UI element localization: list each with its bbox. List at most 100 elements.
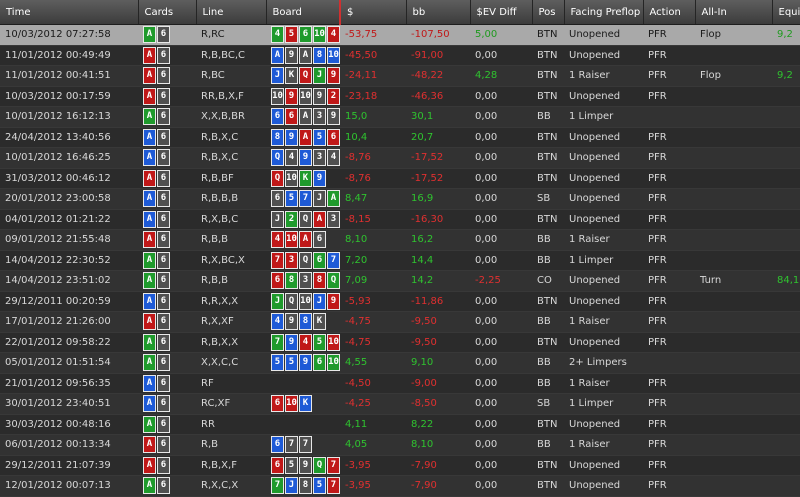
- playing-card: 6: [157, 333, 170, 351]
- hand-row[interactable]: 21/01/2012 09:56:35 A 6 RF -4,50 -9,00 0,00 BB 1…: [0, 373, 800, 394]
- ev-diff-cell: 0,00: [470, 434, 532, 456]
- equity-cell: [772, 434, 800, 456]
- line-cell: R,R,X,X: [196, 291, 266, 312]
- hand-row[interactable]: 04/01/2012 01:21:22 A 6 R,X,B,C J 2 Q A 3 -8,15 -1…: [0, 209, 800, 230]
- hand-row[interactable]: 06/01/2012 00:13:34 A 6 R,B 6 7 7 4,05 8,10 0,00 B…: [0, 434, 800, 456]
- usd-cell: -8,15: [340, 209, 406, 230]
- hand-row[interactable]: 30/03/2012 00:48:16 A 6 RR 4,11 8,22 0,00 BTN Un…: [0, 414, 800, 435]
- line-cell: RC,XF: [196, 393, 266, 415]
- hole-cards-cell: A6: [138, 127, 196, 148]
- hand-row[interactable]: 30/01/2012 23:40:51 A 6 RC,XF 6 10 K -4,25 -8,50…: [0, 393, 800, 415]
- hole-cards-cell: A6: [138, 455, 196, 476]
- playing-card: 8: [299, 477, 312, 495]
- hand-row[interactable]: 20/01/2012 23:00:58 A 6 R,B,B,B 6 5 7 J A 8,47 16,…: [0, 188, 800, 210]
- usd-cell: -8,76: [340, 168, 406, 189]
- bb-cell: -107,50: [406, 24, 470, 46]
- playing-card: 7: [271, 333, 284, 351]
- equity-cell: [772, 168, 800, 189]
- hole-cards-cell-cards: A6: [143, 456, 170, 474]
- column-header-time[interactable]: Time: [0, 0, 139, 25]
- hand-row[interactable]: 11/01/2012 00:41:51 A 6 R,BC J K Q J 9 -24,11 -48,…: [0, 65, 800, 87]
- facing-preflop-cell: 2+ Limpers: [564, 352, 643, 374]
- column-header-cards[interactable]: Cards: [138, 0, 197, 25]
- board-cell-cards: Q 10 K 9: [271, 169, 326, 187]
- action-cell: [643, 352, 695, 374]
- column-header-pos[interactable]: Pos: [532, 0, 565, 25]
- hole-cards-cell: A6: [138, 168, 196, 189]
- facing-preflop-cell: Unopened: [564, 414, 643, 435]
- column-header-board[interactable]: Board: [266, 0, 341, 25]
- equity-cell: [772, 393, 800, 415]
- playing-card: 6: [327, 128, 340, 146]
- hand-row[interactable]: 10/01/2012 16:12:13 A 6 X,X,B,BR 6 6 A 3 9 15,0 30…: [0, 106, 800, 128]
- usd-cell: -4,50: [340, 373, 406, 394]
- all-in-cell: [695, 229, 772, 251]
- all-in-cell: [695, 250, 772, 271]
- column-header-line[interactable]: Line: [196, 0, 267, 25]
- ev-diff-cell: 0,00: [470, 455, 532, 476]
- hand-row[interactable]: 14/04/2012 23:51:02 A 6 R,B,B 6 8 3 8 Q 7,09 14,2-…: [0, 270, 800, 292]
- playing-card: K: [299, 169, 312, 187]
- hand-row[interactable]: 09/01/2012 21:55:48 A 6 R,B,B 4 10 A 6 8,10 16,2 0…: [0, 229, 800, 251]
- playing-card: 6: [271, 190, 284, 208]
- hand-row[interactable]: 29/12/2011 00:20:59 A 6 R,R,X,X J Q 10 J 9 -5,93-…: [0, 291, 800, 312]
- board-cell: 7 9 4 5 10: [266, 332, 340, 353]
- ev-diff-cell: -2,25: [470, 270, 532, 292]
- board-cell: 498K: [266, 311, 340, 333]
- playing-card: 9: [327, 292, 340, 310]
- column-header-facing-preflop[interactable]: Facing Preflop: [564, 0, 644, 25]
- playing-card: 6: [157, 210, 170, 228]
- action-cell: PFR: [643, 229, 695, 251]
- hand-row[interactable]: 29/12/2011 21:07:39 A 6 R,B,X,F 6 5 9 Q 7 -3,95 -7…: [0, 455, 800, 476]
- time-cell: 06/01/2012 00:13:34: [0, 434, 138, 456]
- hand-row[interactable]: 11/01/2012 00:49:49 A 6 R,B,BC,C A 9 A 8 10 -45,5…: [0, 45, 800, 66]
- hand-row[interactable]: 10/03/2012 07:27:58 A 6 R,RC 4 5 6 10 4 -53,75 -10…: [0, 24, 800, 46]
- line-cell: R,X,B,C: [196, 209, 266, 230]
- board-cell-cards: 657JA: [271, 190, 340, 208]
- column-header-bb[interactable]: bb: [406, 0, 471, 25]
- hand-row[interactable]: 24/04/2012 13:40:56 A 6 R,B,X,C 8 9 A 5 6 10,4 20,…: [0, 127, 800, 148]
- line-cell: RR: [196, 414, 266, 435]
- hole-cards-cell: A6: [138, 270, 196, 292]
- pos-cell: BB: [532, 106, 564, 128]
- column-header-equity[interactable]: Equity %: [772, 0, 800, 25]
- hand-row[interactable]: 17/01/2012 21:26:00 A 6 R,X,XF 4 9 8 K -4,75 -9,5…: [0, 311, 800, 333]
- playing-card: K: [285, 67, 298, 85]
- line-cell: X,X,B,BR: [196, 106, 266, 128]
- time-cell: 11/01/2012 00:49:49: [0, 45, 138, 66]
- hand-row[interactable]: 10/03/2012 00:17:59 A 6 RR,B,X,F 10 9 10 9 2 -23,…: [0, 86, 800, 107]
- hole-cards-cell-cards: A6: [143, 67, 170, 85]
- playing-card: A: [143, 67, 156, 85]
- time-cell: 09/01/2012 21:55:48: [0, 229, 138, 251]
- playing-card: A: [143, 292, 156, 310]
- playing-card: 3: [327, 210, 340, 228]
- action-cell: PFR: [643, 270, 695, 292]
- playing-card: 5: [285, 456, 298, 474]
- hand-row[interactable]: 05/01/2012 01:51:54 A 6 X,X,C,C 5 5 9 6 10 4,55 9,…: [0, 352, 800, 374]
- all-in-cell: [695, 393, 772, 415]
- facing-preflop-cell: Unopened: [564, 45, 643, 66]
- playing-card: Q: [313, 456, 326, 474]
- time-cell: 10/01/2012 16:46:25: [0, 147, 138, 169]
- hole-cards-cell-cards: A6: [143, 87, 170, 105]
- hand-row[interactable]: 12/01/2012 00:07:13 A 6 R,X,C,X 7 J 8 5 7 -3,95 -7…: [0, 475, 800, 497]
- facing-preflop-cell: 1 Limper: [564, 393, 643, 415]
- hand-row[interactable]: 31/03/2012 00:46:12 A 6 R,B,BF Q 10 K 9 -8,76 -17…: [0, 168, 800, 189]
- column-header-all-in[interactable]: All-In: [695, 0, 773, 25]
- board-cell: [266, 414, 340, 435]
- hand-row[interactable]: 14/04/2012 22:30:52 A 6 R,X,BC,X 7 3 Q 6 7 7,20 14…: [0, 250, 800, 271]
- usd-cell: -5,93: [340, 291, 406, 312]
- column-header-usd[interactable]: $: [339, 0, 407, 25]
- board-cell: 66A39: [266, 106, 340, 128]
- all-in-cell: Turn: [695, 270, 772, 292]
- column-header-ev-diff[interactable]: $EV Diff: [470, 0, 533, 25]
- hand-row[interactable]: 22/01/2012 09:58:22 A 6 R,B,X,X 7 9 4 5 10 -4,75-…: [0, 332, 800, 353]
- facing-preflop-cell: 1 Raiser: [564, 65, 643, 87]
- pos-cell: BTN: [532, 332, 564, 353]
- hand-row[interactable]: 10/01/2012 16:46:25 A 6 R,B,X,C Q 4 9 3 4 -8,76 -1…: [0, 147, 800, 169]
- hole-cards-cell: A6: [138, 414, 196, 435]
- column-header-action[interactable]: Action: [643, 0, 696, 25]
- hole-cards-cell: A6: [138, 352, 196, 374]
- playing-card: 9: [313, 87, 326, 105]
- pos-cell: BTN: [532, 86, 564, 107]
